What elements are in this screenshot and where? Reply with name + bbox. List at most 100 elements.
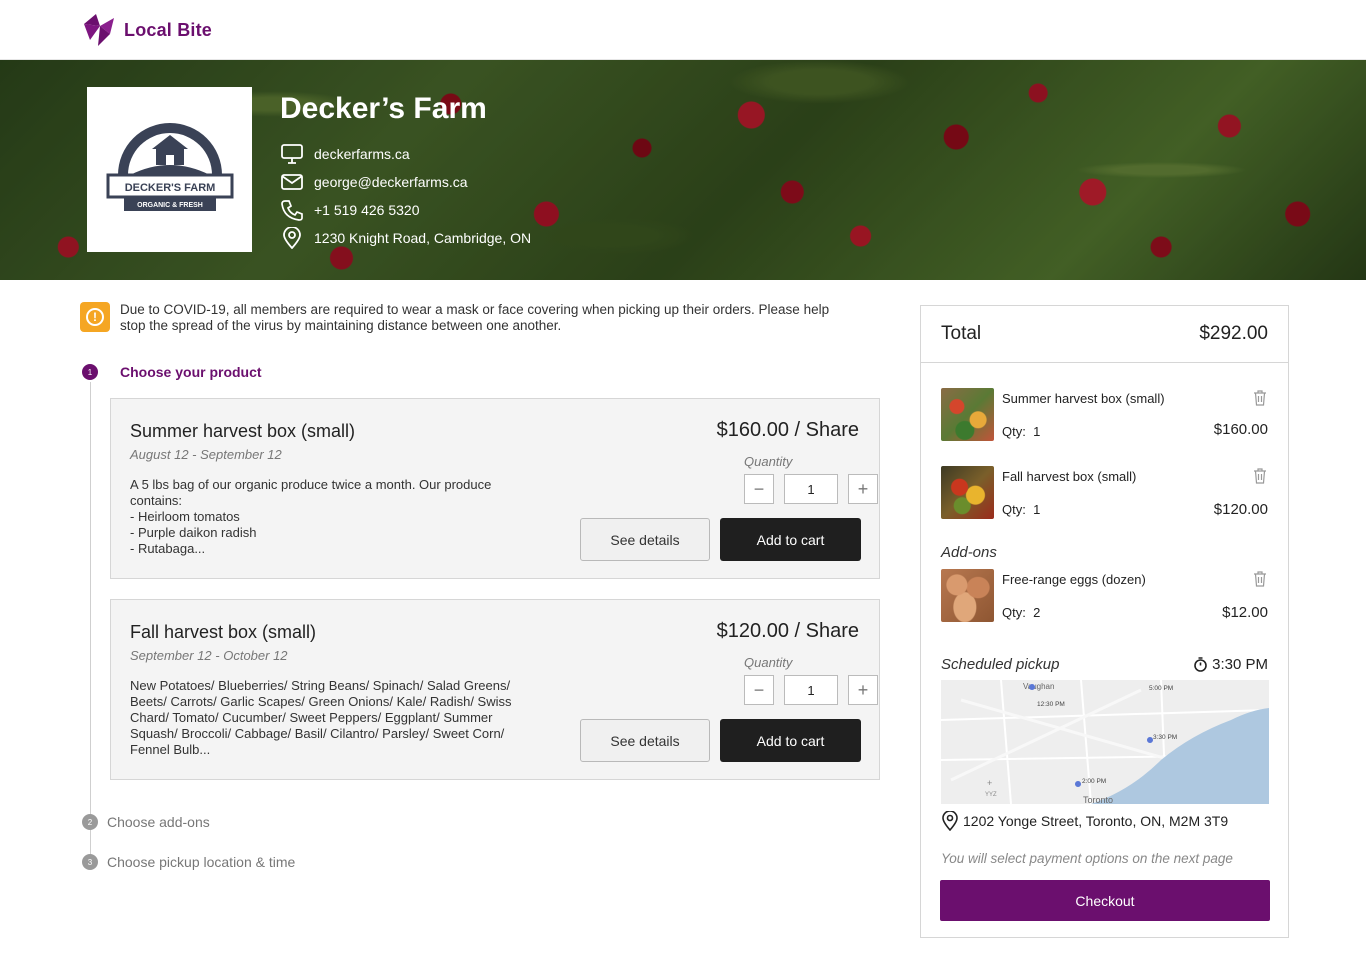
cart-item-qty: Qty: 1 xyxy=(1002,424,1040,439)
cart-item: Summer harvest box (small) Qty: 1 $160.0… xyxy=(941,388,1269,442)
product-thumbnail xyxy=(941,569,994,622)
trash-icon[interactable] xyxy=(1253,468,1267,484)
qty-value: 2 xyxy=(1033,605,1041,620)
step-label: Choose add-ons xyxy=(107,814,210,830)
map-label-airport: YYZ xyxy=(985,792,997,798)
warning-icon: ! xyxy=(80,302,110,332)
quantity-input[interactable]: 1 xyxy=(784,474,838,504)
step-choose-product[interactable]: 1 Choose your product xyxy=(82,364,262,380)
product-price: $160.00 / Share xyxy=(716,419,859,441)
quantity-label: Quantity xyxy=(744,454,793,469)
increase-quantity-button[interactable]: + xyxy=(848,675,878,705)
trash-icon[interactable] xyxy=(1253,390,1267,406)
step-choose-addons[interactable]: 2 Choose add-ons xyxy=(82,814,210,830)
quantity-stepper: − 1 + xyxy=(744,474,878,504)
cart-item-qty: Qty: 2 xyxy=(1002,605,1040,620)
map-label-toronto: Toronto xyxy=(1083,795,1113,804)
qty-label: Qty: xyxy=(1002,424,1026,439)
product-thumbnail xyxy=(941,388,994,441)
address-row[interactable]: 1230 Knight Road, Cambridge, ON xyxy=(280,224,531,252)
cart-item-name: Free-range eggs (dozen) xyxy=(1002,572,1146,587)
decrease-quantity-button[interactable]: − xyxy=(744,675,774,705)
map-graphic: Vaughan Toronto YYZ + 12:30 PM 5:00 PM 3… xyxy=(941,680,1269,804)
top-navigation-bar: Local Bite xyxy=(0,0,1366,60)
pickup-time: 3:30 PM xyxy=(1193,656,1268,673)
farm-hero-banner: DECKER'S FARM ORGANIC & FRESH Decker’s F… xyxy=(0,60,1366,280)
product-description: New Potatoes/ Blueberries/ String Beans/… xyxy=(130,678,512,757)
see-details-button[interactable]: See details xyxy=(580,719,710,762)
email-row[interactable]: george@deckerfarms.ca xyxy=(280,168,531,196)
timer-icon xyxy=(1194,657,1207,672)
phone-icon xyxy=(281,200,303,221)
farm-email[interactable]: george@deckerfarms.ca xyxy=(314,174,468,190)
qty-label: Qty: xyxy=(1002,502,1026,517)
product-price: $120.00 / Share xyxy=(716,620,859,642)
farm-logo: DECKER'S FARM ORGANIC & FRESH xyxy=(87,87,252,252)
product-title: Summer harvest box (small) xyxy=(130,421,356,441)
map-label-vaughan: Vaughan xyxy=(1023,682,1054,691)
cart-item: Fall harvest box (small) Qty: 1 $120.00 xyxy=(941,466,1269,520)
brand-logo[interactable]: Local Bite xyxy=(80,12,212,48)
location-pin-icon xyxy=(283,227,301,249)
checkout-button[interactable]: Checkout xyxy=(940,880,1270,921)
product-description: A 5 lbs bag of our organic produce twice… xyxy=(130,477,492,556)
payment-note: You will select payment options on the n… xyxy=(941,851,1233,866)
farm-name: Decker’s Farm xyxy=(280,92,487,125)
map-time-label: 5:00 PM xyxy=(1149,685,1173,692)
pickup-map[interactable]: Vaughan Toronto YYZ + 12:30 PM 5:00 PM 3… xyxy=(941,680,1269,804)
brand-name: Local Bite xyxy=(124,19,213,40)
cart-item-name: Summer harvest box (small) xyxy=(1002,391,1165,406)
step-choose-pickup[interactable]: 3 Choose pickup location & time xyxy=(82,854,295,870)
step-label: Choose your product xyxy=(120,364,262,380)
product-thumbnail xyxy=(941,466,994,519)
scheduled-pickup-label: Scheduled pickup xyxy=(941,656,1060,673)
product-card: Summer harvest box (small) August 12 - S… xyxy=(110,398,880,579)
farm-address[interactable]: 1230 Knight Road, Cambridge, ON xyxy=(314,230,531,246)
qty-label: Qty: xyxy=(1002,605,1026,620)
cart-total-header: Total $292.00 xyxy=(921,306,1288,363)
map-time-label: 2:00 PM xyxy=(1082,778,1106,785)
airport-icon: + xyxy=(987,778,992,788)
farm-contact-list: deckerfarms.ca george@deckerfarms.ca +1 … xyxy=(280,140,531,252)
pickup-address: 1202 Yonge Street, Toronto, ON, M2M 3T9 xyxy=(941,811,1228,831)
pickup-address-text: 1202 Yonge Street, Toronto, ON, M2M 3T9 xyxy=(963,813,1229,829)
farm-website[interactable]: deckerfarms.ca xyxy=(314,146,410,162)
cart-item-price: $120.00 xyxy=(1213,501,1268,518)
trash-icon[interactable] xyxy=(1253,571,1267,587)
product-dates: September 12 - October 12 xyxy=(130,648,288,663)
notice-text: Due to COVID-19, all members are require… xyxy=(120,302,830,333)
website-row[interactable]: deckerfarms.ca xyxy=(280,140,531,168)
covid-notice: ! Due to COVID-19, all members are requi… xyxy=(80,302,840,334)
map-time-label: 3:30 PM xyxy=(1153,734,1177,741)
quantity-stepper: − 1 + xyxy=(744,675,878,705)
see-details-button[interactable]: See details xyxy=(580,518,710,561)
addons-label: Add-ons xyxy=(941,544,997,561)
farm-logo-text: DECKER'S FARM xyxy=(124,182,215,194)
decrease-quantity-button[interactable]: − xyxy=(744,474,774,504)
qty-value: 1 xyxy=(1033,424,1041,439)
quantity-input[interactable]: 1 xyxy=(784,675,838,705)
increase-quantity-button[interactable]: + xyxy=(848,474,878,504)
add-to-cart-button[interactable]: Add to cart xyxy=(720,719,861,762)
total-amount: $292.00 xyxy=(1199,323,1268,344)
cart-summary-panel: Total $292.00 Summer harvest box (small)… xyxy=(920,305,1289,938)
cart-item-name: Fall harvest box (small) xyxy=(1002,469,1137,484)
cart-item-price: $12.00 xyxy=(1222,604,1268,621)
location-pin-icon xyxy=(942,811,958,831)
add-to-cart-button[interactable]: Add to cart xyxy=(720,518,861,561)
product-title: Fall harvest box (small) xyxy=(130,622,317,642)
quantity-label: Quantity xyxy=(744,655,793,670)
phone-row[interactable]: +1 519 426 5320 xyxy=(280,196,531,224)
farm-phone[interactable]: +1 519 426 5320 xyxy=(314,202,420,218)
local-bite-logo-icon xyxy=(84,14,114,46)
map-time-label: 12:30 PM xyxy=(1037,701,1065,708)
pickup-time-value: 3:30 PM xyxy=(1212,656,1268,673)
step-number: 1 xyxy=(82,364,98,380)
cart-addon-item: Free-range eggs (dozen) Qty: 2 $12.00 xyxy=(941,569,1269,623)
mail-icon xyxy=(281,174,303,190)
qty-value: 1 xyxy=(1033,502,1041,517)
product-card: Fall harvest box (small) September 12 - … xyxy=(110,599,880,780)
cart-item-price: $160.00 xyxy=(1213,421,1268,438)
step-label: Choose pickup location & time xyxy=(107,854,296,870)
product-dates: August 12 - September 12 xyxy=(130,447,282,462)
